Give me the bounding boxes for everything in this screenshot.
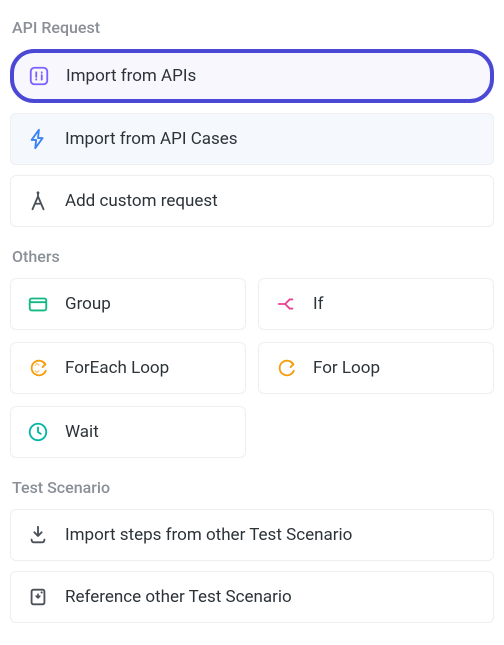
others-grid: Group If ForEach Loop For Loop <box>10 278 494 458</box>
for-loop-button[interactable]: For Loop <box>258 342 494 394</box>
branch-icon <box>275 293 297 315</box>
if-button[interactable]: If <box>258 278 494 330</box>
add-custom-request-label: Add custom request <box>65 191 218 211</box>
import-icon <box>27 524 49 546</box>
section-header-others: Others <box>12 247 494 266</box>
section-header-api-request: API Request <box>12 18 494 37</box>
import-from-apis-button[interactable]: Import from APIs <box>10 49 494 103</box>
reference-scenario-button[interactable]: Reference other Test Scenario <box>10 571 494 623</box>
test-scenario-list: Import steps from other Test Scenario Re… <box>10 509 494 623</box>
for-loop-label: For Loop <box>313 358 380 378</box>
section-header-test-scenario: Test Scenario <box>12 478 494 497</box>
wait-button[interactable]: Wait <box>10 406 246 458</box>
import-steps-label: Import steps from other Test Scenario <box>65 525 352 545</box>
foreach-icon <box>27 357 49 379</box>
api-icon <box>28 65 50 87</box>
loop-icon <box>275 357 297 379</box>
foreach-loop-label: ForEach Loop <box>65 358 169 378</box>
import-from-api-cases-button[interactable]: Import from API Cases <box>10 113 494 165</box>
import-steps-button[interactable]: Import steps from other Test Scenario <box>10 509 494 561</box>
lightning-icon <box>27 128 49 150</box>
foreach-loop-button[interactable]: ForEach Loop <box>10 342 246 394</box>
import-from-api-cases-label: Import from API Cases <box>65 129 238 149</box>
group-label: Group <box>65 294 111 314</box>
reference-scenario-label: Reference other Test Scenario <box>65 587 292 607</box>
reference-icon <box>27 586 49 608</box>
import-from-apis-label: Import from APIs <box>66 66 196 86</box>
group-button[interactable]: Group <box>10 278 246 330</box>
clock-icon <box>27 421 49 443</box>
wait-label: Wait <box>65 422 99 442</box>
compass-icon <box>27 190 49 212</box>
add-custom-request-button[interactable]: Add custom request <box>10 175 494 227</box>
if-label: If <box>313 294 324 314</box>
api-request-list: Import from APIs Import from API Cases A… <box>10 49 494 227</box>
folder-icon <box>27 293 49 315</box>
